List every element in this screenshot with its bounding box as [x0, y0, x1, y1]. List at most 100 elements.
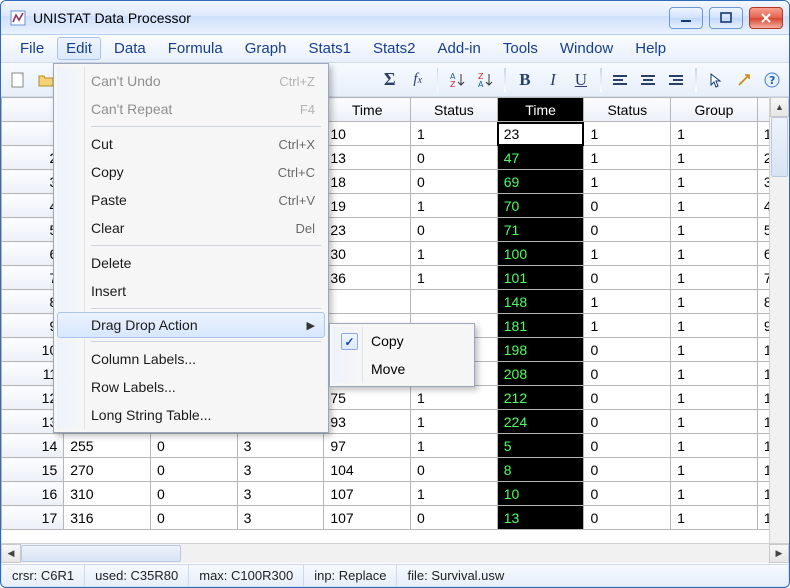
cell[interactable]: 310	[64, 482, 151, 506]
bold-icon[interactable]: B	[514, 67, 536, 93]
menu-window[interactable]: Window	[551, 37, 622, 60]
menu-clear[interactable]: ClearDel	[57, 214, 325, 242]
align-center-icon[interactable]	[637, 67, 659, 93]
cell[interactable]: 1	[671, 218, 758, 242]
cell[interactable]: 30	[324, 242, 411, 266]
cell[interactable]: 1	[584, 170, 671, 194]
submenu-move[interactable]: Move	[333, 355, 471, 383]
cell[interactable]: 1	[671, 242, 758, 266]
cell[interactable]: 1	[584, 242, 671, 266]
close-button[interactable]	[749, 7, 783, 29]
cell[interactable]: 1	[584, 314, 671, 338]
sum-icon[interactable]: Σ	[379, 67, 401, 93]
row-header[interactable]: 16	[2, 482, 64, 506]
menu-edit[interactable]: Edit	[57, 37, 101, 60]
cell[interactable]: 224	[497, 410, 584, 434]
cell[interactable]: 1	[671, 266, 758, 290]
cell[interactable]: 212	[497, 386, 584, 410]
cell[interactable]: 3	[237, 434, 324, 458]
cell[interactable]: 1	[671, 482, 758, 506]
cell[interactable]: 0	[411, 218, 498, 242]
cell[interactable]	[324, 290, 411, 314]
cell[interactable]: 0	[150, 506, 237, 530]
cell[interactable]: 1	[671, 362, 758, 386]
horizontal-scrollbar[interactable]: ◀ ▶	[1, 543, 789, 563]
cell[interactable]: 0	[411, 146, 498, 170]
cell[interactable]: 23	[497, 122, 584, 146]
cell[interactable]: 13	[497, 506, 584, 530]
scroll-right-arrow-icon[interactable]: ▶	[769, 544, 789, 563]
cell[interactable]: 3	[237, 458, 324, 482]
cell[interactable]: 69	[497, 170, 584, 194]
menu-stats1[interactable]: Stats1	[299, 37, 360, 60]
cell[interactable]: 0	[150, 482, 237, 506]
cell[interactable]: 47	[497, 146, 584, 170]
cell[interactable]: 1	[411, 386, 498, 410]
cell[interactable]: 100	[497, 242, 584, 266]
cell[interactable]: 1	[411, 266, 498, 290]
draw-arrow-icon[interactable]	[733, 67, 755, 93]
cell[interactable]: 0	[411, 506, 498, 530]
column-header[interactable]: Time	[497, 98, 584, 122]
vscroll-thumb[interactable]	[771, 117, 788, 177]
cell[interactable]: 75	[324, 386, 411, 410]
menu-paste[interactable]: PasteCtrl+V	[57, 186, 325, 214]
menu-long-string-table[interactable]: Long String Table...	[57, 401, 325, 429]
cell[interactable]: 1	[671, 458, 758, 482]
cell[interactable]: 1	[671, 338, 758, 362]
menu-help[interactable]: Help	[626, 37, 675, 60]
cell[interactable]: 1	[671, 410, 758, 434]
row-header[interactable]: 14	[2, 434, 64, 458]
cell[interactable]: 0	[584, 386, 671, 410]
align-left-icon[interactable]	[610, 67, 632, 93]
cell[interactable]: 19	[324, 194, 411, 218]
cell[interactable]: 1	[671, 170, 758, 194]
cell[interactable]: 316	[64, 506, 151, 530]
cell[interactable]: 0	[584, 338, 671, 362]
underline-icon[interactable]: U	[570, 67, 592, 93]
cell[interactable]: 8	[497, 458, 584, 482]
cell[interactable]: 97	[324, 434, 411, 458]
menu-tools[interactable]: Tools	[494, 37, 547, 60]
row-header[interactable]: 15	[2, 458, 64, 482]
cell[interactable]: 1	[671, 386, 758, 410]
cell[interactable]: 0	[584, 194, 671, 218]
cell[interactable]: 13	[324, 146, 411, 170]
cell[interactable]: 107	[324, 482, 411, 506]
cell[interactable]: 0	[584, 266, 671, 290]
cell[interactable]: 10	[497, 482, 584, 506]
cell[interactable]: 10	[324, 122, 411, 146]
hscroll-thumb[interactable]	[21, 545, 181, 562]
column-header[interactable]: Status	[584, 98, 671, 122]
cell[interactable]: 0	[584, 218, 671, 242]
cell[interactable]: 270	[64, 458, 151, 482]
cell[interactable]: 1	[584, 146, 671, 170]
cell[interactable]: 0	[584, 434, 671, 458]
menu-insert[interactable]: Insert	[57, 277, 325, 305]
cell[interactable]: 104	[324, 458, 411, 482]
cell[interactable]: 1	[411, 122, 498, 146]
menu-cut[interactable]: CutCtrl+X	[57, 130, 325, 158]
cell[interactable]: 93	[324, 410, 411, 434]
scroll-left-arrow-icon[interactable]: ◀	[1, 544, 21, 563]
pointer-icon[interactable]	[705, 67, 727, 93]
cell[interactable]: 0	[150, 434, 237, 458]
cell[interactable]: 1	[671, 290, 758, 314]
cell[interactable]: 1	[411, 482, 498, 506]
cell[interactable]: 107	[324, 506, 411, 530]
cell[interactable]: 148	[497, 290, 584, 314]
column-header[interactable]: Group	[671, 98, 758, 122]
cell[interactable]: 23	[324, 218, 411, 242]
cell[interactable]: 1	[584, 290, 671, 314]
cell[interactable]: 198	[497, 338, 584, 362]
menu-file[interactable]: File	[11, 37, 53, 60]
cell[interactable]: 1	[671, 122, 758, 146]
cell[interactable]: 1	[671, 434, 758, 458]
sort-asc-icon[interactable]: AZ	[446, 67, 468, 93]
menu-stats2[interactable]: Stats2	[364, 37, 425, 60]
help-icon[interactable]: ?	[761, 67, 783, 93]
cell[interactable]: 1	[584, 122, 671, 146]
menu-copy[interactable]: CopyCtrl+C	[57, 158, 325, 186]
cell[interactable]: 1	[411, 242, 498, 266]
cell[interactable]: 0	[150, 458, 237, 482]
